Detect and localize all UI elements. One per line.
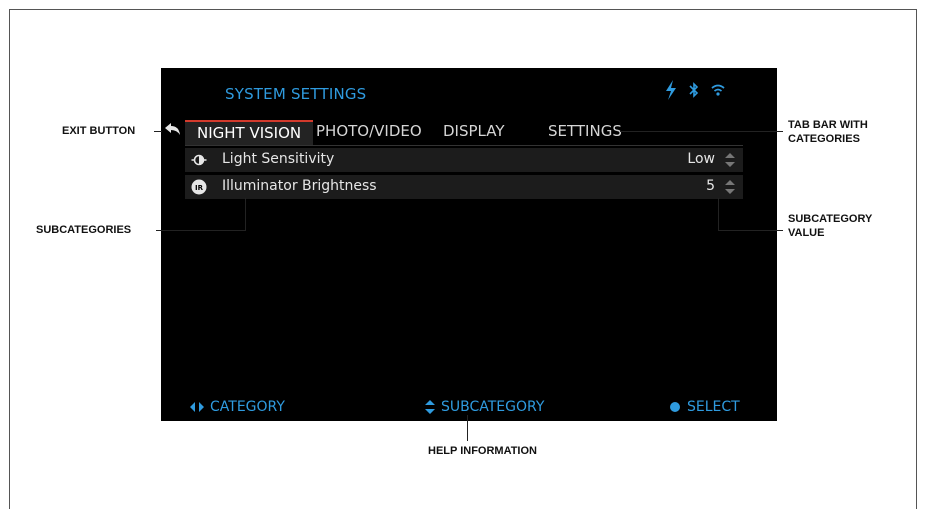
ir-icon: IR (191, 179, 207, 195)
leader-line (620, 131, 783, 132)
annotation-tab-bar: TAB BAR WITH CATEGORIES (788, 118, 868, 146)
tab-display[interactable]: DISPLAY (443, 122, 505, 140)
annotation-tab-bar-line2: CATEGORIES (788, 133, 860, 145)
wifi-icon (711, 84, 725, 96)
tab-settings[interactable]: SETTINGS (548, 122, 622, 140)
help-category-label: CATEGORY (210, 399, 285, 415)
help-category: CATEGORY (190, 399, 285, 415)
leader-line (245, 198, 246, 231)
subcategory-row-light-sensitivity[interactable]: Light Sensitivity Low (185, 148, 743, 172)
dot-icon (670, 402, 680, 412)
leader-line (718, 230, 783, 231)
help-subcategory-label: SUBCATEGORY (441, 399, 545, 415)
up-down-arrows-icon (725, 153, 735, 167)
tab-bar: NIGHT VISION PHOTO/VIDEO DISPLAY SETTING… (185, 120, 743, 146)
leader-line (154, 131, 162, 132)
annotation-subcategory-value: SUBCATEGORY VALUE (788, 212, 872, 240)
page-title: SYSTEM SETTINGS (225, 85, 367, 103)
exit-button[interactable] (164, 120, 182, 138)
subcategory-value: Low (687, 151, 715, 167)
status-bar (665, 80, 725, 100)
tab-night-vision[interactable]: NIGHT VISION (185, 120, 314, 145)
annotation-exit-button: EXIT BUTTON (62, 125, 136, 137)
help-select-label: SELECT (687, 399, 740, 415)
help-select: SELECT (669, 399, 740, 415)
subcategory-label: Light Sensitivity (222, 151, 335, 167)
lightning-icon (666, 80, 676, 100)
subcategory-label: Illuminator Brightness (222, 178, 377, 194)
annotation-help-information: HELP INFORMATION (428, 445, 537, 457)
light-sensitivity-icon (191, 154, 207, 166)
annotation-subcategory-value-line2: VALUE (788, 227, 825, 239)
leader-line (156, 230, 245, 231)
tab-photo-video[interactable]: PHOTO/VIDEO (316, 122, 422, 140)
leader-line (718, 198, 719, 230)
bluetooth-icon (689, 82, 699, 98)
annotation-tab-bar-line1: TAB BAR WITH (788, 119, 868, 131)
up-down-arrows-icon (725, 180, 735, 194)
left-right-arrows-icon (190, 402, 204, 412)
device-screen: SYSTEM SETTINGS NIGHT VISION PHOTO/VIDEO… (161, 68, 777, 421)
annotation-subcategories: SUBCATEGORIES (36, 224, 132, 236)
annotation-subcategory-value-line1: SUBCATEGORY (788, 213, 873, 225)
svg-text:IR: IR (195, 184, 204, 192)
up-down-arrows-icon (425, 400, 435, 414)
leader-line (467, 415, 468, 441)
subcategory-row-illuminator-brightness[interactable]: IR Illuminator Brightness 5 (185, 175, 743, 199)
help-subcategory: SUBCATEGORY (425, 399, 544, 415)
subcategory-value: 5 (706, 178, 715, 194)
